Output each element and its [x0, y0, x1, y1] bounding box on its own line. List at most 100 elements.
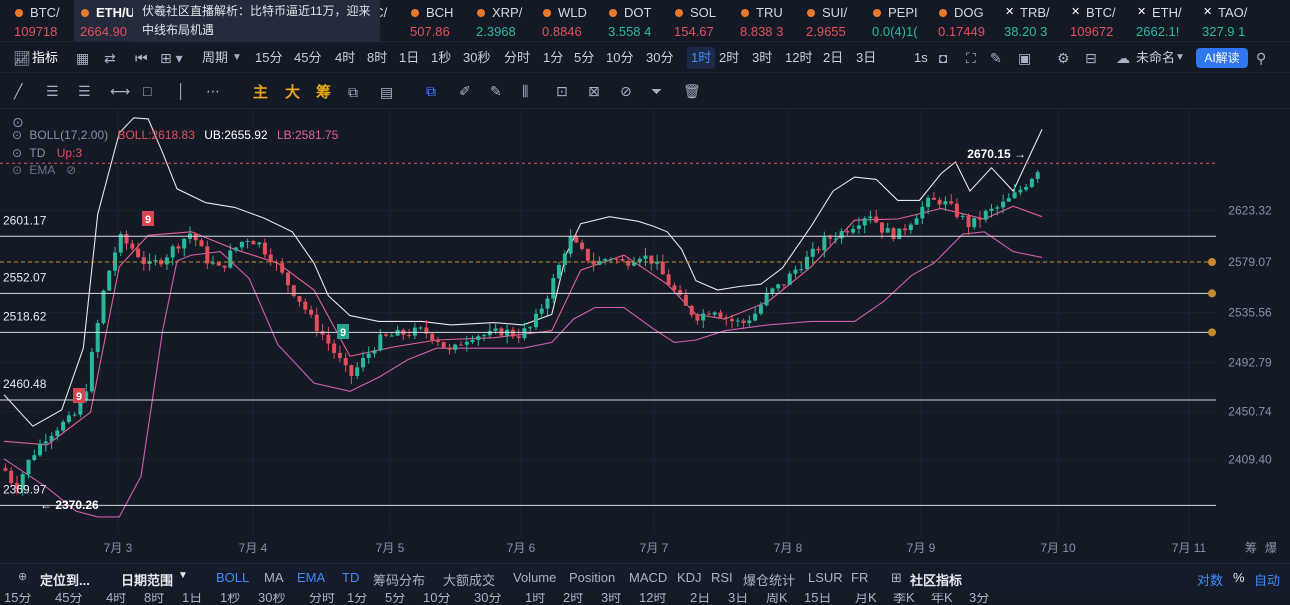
edit-icon[interactable]: ✎ [990, 47, 1002, 69]
ruler-icon[interactable]: ✐ [459, 80, 471, 102]
price-chart[interactable]: 2601.172601.172552.072552.072518.622518.… [0, 110, 1290, 563]
ticker-item[interactable]: ✕ TAO/327.9 1 [1196, 0, 1262, 41]
ticker-item[interactable]: WLD 0.8846 [536, 0, 602, 41]
template-icon[interactable]: ⧉ [348, 81, 358, 103]
interval-12时[interactable]: 12时 [785, 47, 812, 69]
bottom-interval-45分[interactable]: 45分 [55, 593, 82, 605]
ticker-item[interactable]: BCH 507.86 [404, 0, 470, 41]
link-icon[interactable]: ⊘ [620, 80, 632, 102]
more-tools-icon[interactable]: ⋯ [206, 80, 220, 102]
interval-3日[interactable]: 3日 [856, 47, 876, 69]
indicator-tab-EMA[interactable]: EMA [297, 570, 325, 585]
ticker-item[interactable]: ✕ BTC/109672 [1064, 0, 1130, 41]
ema-eye-off-icon[interactable]: ⊘ [66, 163, 76, 177]
bottom-interval-季K[interactable]: 季K [893, 593, 915, 605]
sub-indicator-tab-MACD[interactable]: MACD [629, 570, 667, 585]
speed-button[interactable]: 1s [914, 47, 928, 69]
community-icon[interactable]: ⊞ [891, 570, 902, 586]
log-scale-toggle[interactable]: 对数 [1197, 570, 1223, 589]
interval-2时[interactable]: 2时 [719, 47, 739, 69]
bottom-interval-2时[interactable]: 2时 [563, 593, 583, 605]
settings-icon[interactable]: ⚙ [1057, 47, 1070, 69]
date-range-chevron-icon[interactable]: ▼ [178, 570, 188, 581]
indicator-icon[interactable]: 📈︎ [13, 47, 31, 69]
ticker-item[interactable]: ✕ TRB/38.20 3 [998, 0, 1064, 41]
indicator-tab-大额成交[interactable]: 大额成交 [443, 570, 495, 589]
legend-td-row[interactable]: ⊙ TD Up:3 [12, 146, 82, 160]
locate-icon[interactable]: ⊕ [18, 570, 27, 583]
sub-indicator-tab-爆仓统计[interactable]: 爆仓统计 [743, 570, 795, 589]
bottom-interval-30分[interactable]: 30分 [474, 593, 501, 605]
percent-scale-toggle[interactable]: % [1233, 570, 1245, 585]
bottom-interval-3时[interactable]: 3时 [601, 593, 621, 605]
magnet-icon[interactable]: ⧉ [426, 80, 436, 102]
sub-indicator-tab-RSI[interactable]: RSI [711, 570, 733, 585]
interval-45分[interactable]: 45分 [294, 47, 321, 69]
bottom-interval-2日[interactable]: 2日 [690, 593, 710, 605]
chevron-down-icon[interactable]: ▼ [232, 47, 242, 69]
indicator-tab-MA[interactable]: MA [264, 570, 284, 585]
bottom-interval-12时[interactable]: 12时 [639, 593, 666, 605]
bottom-interval-周K[interactable]: 周K [766, 593, 788, 605]
hide-icon[interactable]: ⊠ [588, 80, 600, 102]
line-tool-icon[interactable]: ╱ [14, 80, 22, 102]
ticker-item[interactable]: SUI/2.9655 [800, 0, 866, 41]
interval-15分[interactable]: 15分 [255, 47, 282, 69]
candle-icon[interactable]: ⫼ [522, 80, 528, 102]
interval-1分[interactable]: 1分 [543, 47, 563, 69]
bottom-interval-5分[interactable]: 5分 [385, 593, 405, 605]
period-button[interactable]: 周期 [202, 47, 228, 69]
bottom-interval-3日[interactable]: 3日 [728, 593, 748, 605]
camera-icon[interactable]: ◘ [939, 47, 947, 69]
compare-icon[interactable]: ⇄ [104, 47, 116, 69]
ticker-item[interactable]: SOL 154.67 [668, 0, 734, 41]
interval-4时[interactable]: 4时 [335, 47, 355, 69]
main-indicator-button[interactable]: 主 [253, 81, 268, 102]
save-icon[interactable]: ▣ [1018, 47, 1031, 69]
indicator-tab-筹码分布[interactable]: 筹码分布 [373, 570, 425, 589]
ticker-item[interactable]: XRP/2.3968 [470, 0, 536, 41]
bottom-interval-1秒[interactable]: 1秒 [220, 593, 240, 605]
bottom-interval-4时[interactable]: 4时 [106, 593, 126, 605]
sub-indicator-tab-FR[interactable]: FR [851, 570, 868, 585]
community-indicators-button[interactable]: 社区指标 [910, 570, 962, 589]
ticker-item[interactable]: PEPI 0.0(4)1( [866, 0, 932, 41]
indicators-button[interactable]: 指标 [32, 47, 58, 69]
ema-hide-icon[interactable]: ⊙ [12, 163, 22, 177]
ray-tool-icon[interactable]: ⟷ [110, 80, 130, 102]
interval-30秒[interactable]: 30秒 [463, 47, 490, 69]
bottom-interval-月K[interactable]: 月K [855, 593, 877, 605]
sub-indicator-tab-KDJ[interactable]: KDJ [677, 570, 702, 585]
sub-indicator-tab-Volume[interactable]: Volume [513, 570, 556, 585]
bar-style-icon[interactable]: ⊞ ▾ [160, 47, 183, 69]
sub-indicator-tab-LSUR[interactable]: LSUR [808, 570, 843, 585]
ticker-item[interactable]: DOG 0.17449 [932, 0, 998, 41]
interval-分时[interactable]: 分时 [504, 47, 530, 69]
interval-1时[interactable]: 1时 [687, 47, 716, 69]
bottom-interval-30秒[interactable]: 30秒 [258, 593, 285, 605]
vline-tool-icon[interactable]: │ [177, 80, 186, 102]
sub-indicator-tab-Position[interactable]: Position [569, 570, 615, 585]
interval-5分[interactable]: 5分 [574, 47, 594, 69]
ticker-item[interactable]: ETH/U 2664.90 [74, 0, 140, 41]
bottom-interval-1日[interactable]: 1日 [182, 593, 202, 605]
bottom-interval-1时[interactable]: 1时 [525, 593, 545, 605]
fullscreen-icon[interactable]: ⛶ [966, 47, 976, 69]
layout-icon[interactable]: ⊟ [1085, 47, 1097, 69]
bottom-interval-1分[interactable]: 1分 [347, 593, 367, 605]
news-banner[interactable]: 伏羲社区直播解析：比特币逼近11万，迎来中线布局机遇 [133, 0, 380, 42]
date-range-button[interactable]: 日期范围 [121, 570, 173, 589]
interval-30分[interactable]: 30分 [646, 47, 673, 69]
bottom-interval-15分[interactable]: 15分 [4, 593, 31, 605]
hline-tool-icon[interactable]: ☰ [46, 80, 59, 102]
indicator-tab-BOLL[interactable]: BOLL [216, 570, 249, 585]
legend-boll-row[interactable]: ⊙ BOLL(17,2.00) BOLL:2618.83 UB:2655.92 … [12, 128, 338, 142]
lock-icon[interactable]: ⊡ [556, 80, 568, 102]
filter-icon[interactable]: ⏷ [651, 80, 662, 102]
bottom-interval-3分[interactable]: 3分 [969, 593, 989, 605]
ticker-item[interactable]: BTC/109718 [8, 0, 74, 41]
ai-interpret-button[interactable]: AI解读 [1196, 48, 1248, 68]
interval-2日[interactable]: 2日 [823, 47, 843, 69]
brush-icon[interactable]: ✎ [490, 80, 502, 102]
interval-1秒[interactable]: 1秒 [431, 47, 451, 69]
